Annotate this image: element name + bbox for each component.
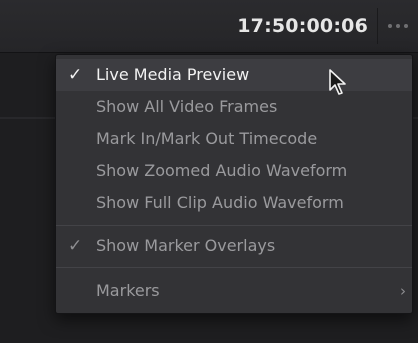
ellipsis-icon xyxy=(388,24,392,28)
menu-separator xyxy=(56,225,412,226)
menu-item-label: Mark In/Mark Out Timecode xyxy=(96,129,318,148)
menu-item-label: Show Zoomed Audio Waveform xyxy=(96,161,348,180)
menu-item-label: Live Media Preview xyxy=(96,65,250,84)
menu-item-show-full-clip-audio-waveform[interactable]: Show Full Clip Audio Waveform xyxy=(56,187,412,219)
menu-item-label: Show Marker Overlays xyxy=(96,236,276,255)
menu-item-label: Markers xyxy=(96,281,160,300)
viewer-header: 17:50:00:06 xyxy=(0,0,418,53)
checkmark-icon: ✓ xyxy=(68,65,83,85)
menu-item-mark-in-mark-out-timecode[interactable]: Mark In/Mark Out Timecode xyxy=(56,123,412,155)
ellipsis-icon xyxy=(396,24,400,28)
viewer-window: 17:50:00:06 ✓ Live Media Preview Show Al… xyxy=(0,0,418,343)
checkmark-icon: ✓ xyxy=(68,236,83,256)
menu-item-show-marker-overlays[interactable]: ✓ Show Marker Overlays xyxy=(56,230,412,262)
menu-item-show-zoomed-audio-waveform[interactable]: Show Zoomed Audio Waveform xyxy=(56,155,412,187)
menu-item-live-media-preview[interactable]: ✓ Live Media Preview xyxy=(56,59,412,91)
menu-item-markers[interactable]: Markers › xyxy=(56,275,412,307)
menu-item-label: Show Full Clip Audio Waveform xyxy=(96,193,344,212)
ellipsis-icon xyxy=(404,24,408,28)
more-options-button[interactable] xyxy=(377,8,418,44)
menu-item-label: Show All Video Frames xyxy=(96,97,278,116)
menu-separator xyxy=(56,267,412,268)
timecode-display[interactable]: 17:50:00:06 xyxy=(237,10,368,42)
menu-item-show-all-video-frames[interactable]: Show All Video Frames xyxy=(56,91,412,123)
mouse-pointer-icon xyxy=(329,69,346,95)
chevron-right-icon: › xyxy=(400,282,406,300)
viewer-options-menu: ✓ Live Media Preview Show All Video Fram… xyxy=(55,54,413,314)
